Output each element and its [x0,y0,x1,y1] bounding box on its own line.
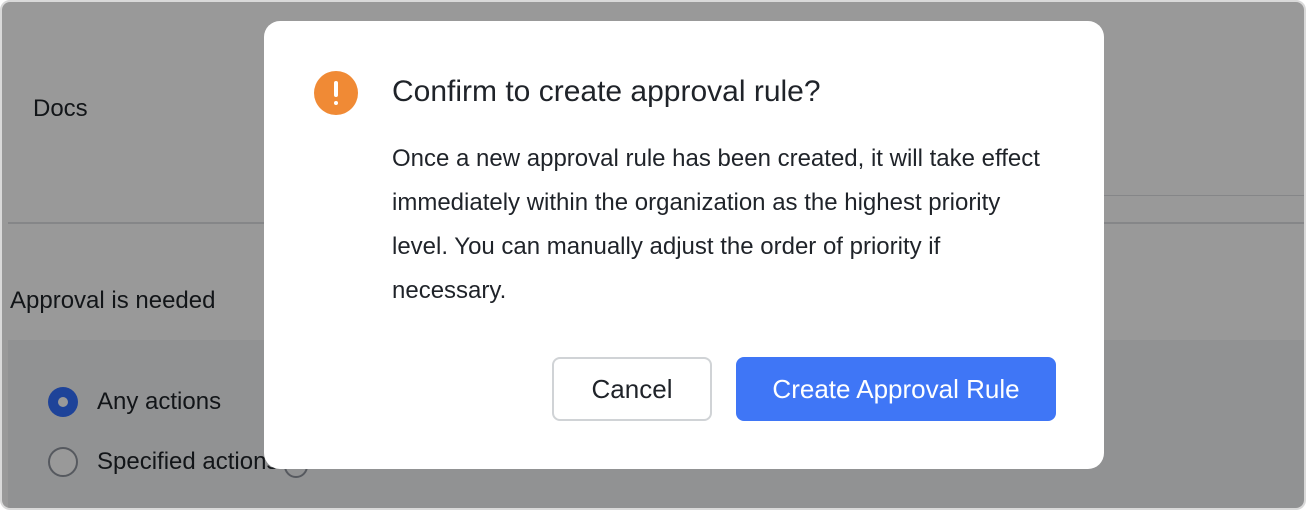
cancel-button[interactable]: Cancel [552,357,712,421]
confirm-dialog: Confirm to create approval rule? Once a … [264,21,1104,469]
create-approval-rule-button[interactable]: Create Approval Rule [736,357,1056,421]
dialog-body: Once a new approval rule has been create… [392,145,1040,304]
warning-icon [314,71,358,115]
dialog-title: Confirm to create approval rule? [392,75,821,108]
app-window: Docs Approval is needed Any actions Spec… [0,0,1306,510]
